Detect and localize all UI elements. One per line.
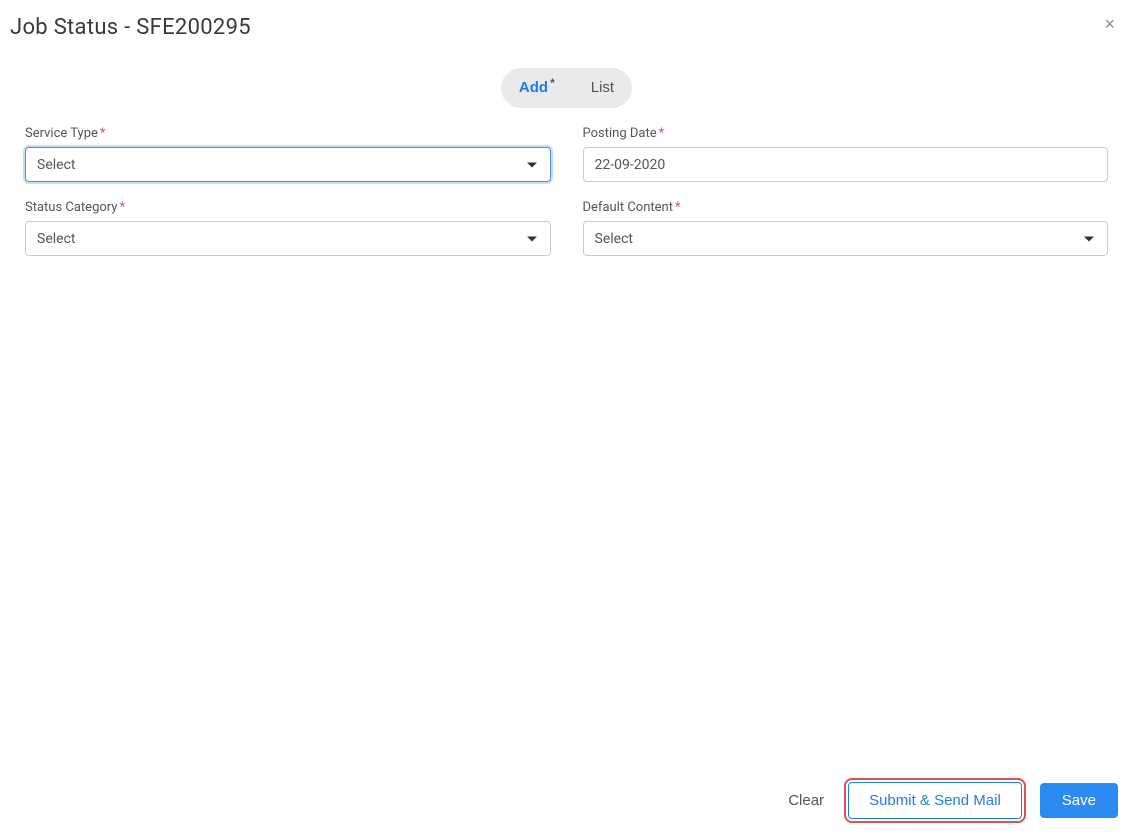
service-type-select-wrap: Select (25, 147, 551, 182)
required-icon: * (100, 126, 106, 141)
service-type-label: Service Type* (25, 126, 551, 141)
posting-date-group: Posting Date* 22-09-2020 (583, 126, 1109, 182)
default-content-select[interactable]: Select (583, 221, 1109, 256)
footer-actions: Clear Submit & Send Mail Save (782, 782, 1118, 819)
submit-send-mail-button[interactable]: Submit & Send Mail (848, 782, 1022, 819)
close-icon: × (1104, 14, 1115, 34)
status-category-group: Status Category* Select (25, 200, 551, 256)
default-content-group: Default Content* Select (583, 200, 1109, 256)
service-type-select[interactable]: Select (25, 147, 551, 182)
default-content-value: Select (595, 231, 633, 247)
clear-button[interactable]: Clear (782, 784, 830, 817)
required-icon: * (119, 200, 125, 215)
posting-date-label: Posting Date* (583, 126, 1109, 141)
tabs-pill: Add* List (501, 68, 632, 108)
default-content-label: Default Content* (583, 200, 1109, 215)
required-icon: * (675, 200, 681, 215)
posting-date-input[interactable]: 22-09-2020 (583, 147, 1109, 182)
required-icon: * (659, 126, 665, 141)
posting-date-value: 22-09-2020 (595, 157, 666, 173)
save-button[interactable]: Save (1040, 783, 1118, 818)
status-category-value: Select (37, 231, 75, 247)
tab-add[interactable]: Add* (501, 68, 573, 108)
status-category-select-wrap: Select (25, 221, 551, 256)
dialog-header: Job Status - SFE200295 × (0, 0, 1133, 50)
close-button[interactable]: × (1096, 15, 1123, 33)
tab-list-label: List (591, 79, 614, 96)
default-content-select-wrap: Select (583, 221, 1109, 256)
asterisk-icon: * (550, 76, 555, 90)
service-type-group: Service Type* Select (25, 126, 551, 182)
tab-list[interactable]: List (573, 68, 632, 108)
form-area: Service Type* Select Posting Date* 22-09… (0, 126, 1133, 256)
status-category-select[interactable]: Select (25, 221, 551, 256)
page-title: Job Status - SFE200295 (10, 15, 251, 40)
status-category-label: Status Category* (25, 200, 551, 215)
service-type-value: Select (37, 157, 75, 173)
tabs-container: Add* List (0, 68, 1133, 108)
tab-add-label: Add (519, 79, 548, 96)
